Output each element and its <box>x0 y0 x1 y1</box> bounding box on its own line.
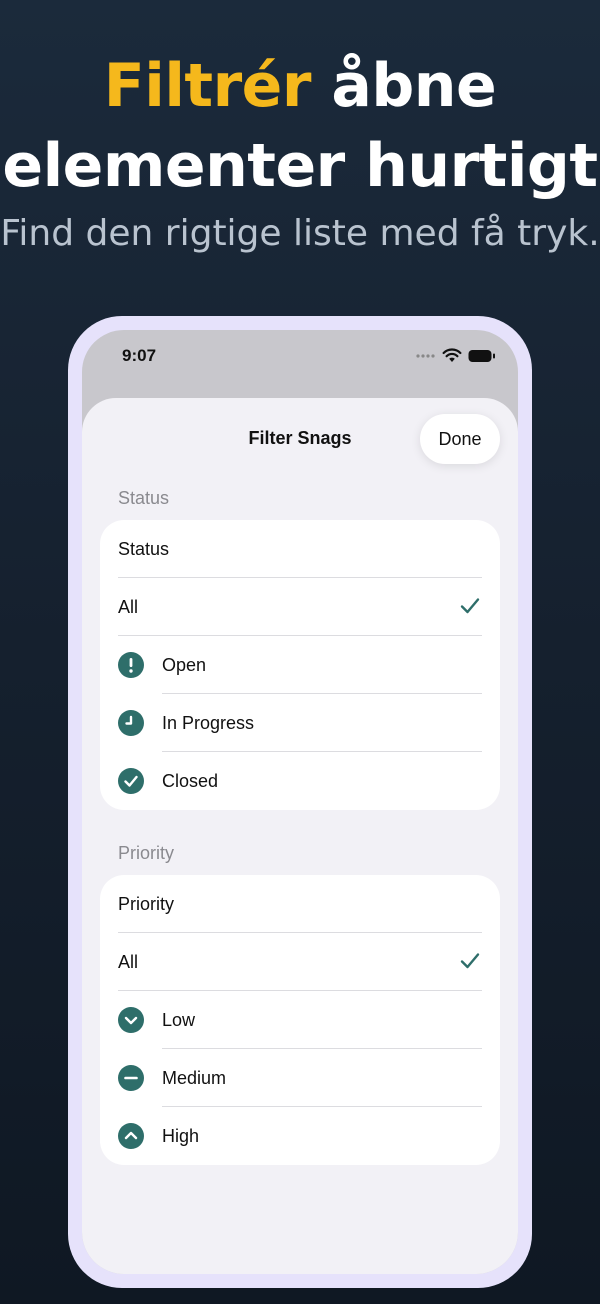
filter-sheet: Filter Snags Done Status Status All Open… <box>82 398 518 1274</box>
wifi-icon <box>442 348 462 362</box>
priority-option-label: Medium <box>162 1067 227 1088</box>
checkmark-icon <box>460 953 480 969</box>
headline-line2: elementer hurtigt <box>2 131 598 201</box>
minus-circle-icon <box>118 1065 144 1091</box>
status-option-all[interactable]: All <box>100 578 500 636</box>
priority-option-high[interactable]: High <box>100 1107 500 1165</box>
status-section-header: Status <box>118 488 170 508</box>
status-option-in-progress[interactable]: In Progress <box>100 694 500 752</box>
exclamation-icon <box>118 652 144 678</box>
status-icons <box>416 348 496 363</box>
priority-option-all[interactable]: All <box>100 933 500 991</box>
chevron-up-circle-icon <box>118 1123 144 1149</box>
promo-headline: Filtrér åbne elementer hurtigt <box>0 46 600 206</box>
priority-picker-label: Priority <box>118 893 175 914</box>
checkmark-circle-icon <box>118 768 144 794</box>
headline-rest: åbne <box>331 51 497 121</box>
promo-subtitle: Find den rigtige liste med få tryk. <box>0 213 600 254</box>
priority-group: Priority All Low Medium High <box>100 875 500 1165</box>
clock-icon <box>118 710 144 736</box>
status-option-closed[interactable]: Closed <box>100 752 500 810</box>
status-group: Status All Open In Progress Closed <box>100 520 500 810</box>
battery-icon <box>468 349 495 362</box>
priority-option-low[interactable]: Low <box>100 991 500 1049</box>
status-option-open[interactable]: Open <box>100 636 500 694</box>
priority-section-header: Priority <box>118 843 175 863</box>
phone-frame: 9:07 Filter Snags Done Status Status All… <box>68 316 532 1288</box>
phone-screen: 9:07 Filter Snags Done Status Status All… <box>82 330 518 1274</box>
signal-dots-icon <box>416 353 435 358</box>
headline-accent: Filtrér <box>103 51 312 121</box>
priority-option-label: All <box>118 951 139 972</box>
priority-picker-row: Priority <box>100 875 500 933</box>
priority-option-label: Low <box>162 1009 196 1030</box>
priority-option-medium[interactable]: Medium <box>100 1049 500 1107</box>
status-picker-label: Status <box>118 538 170 559</box>
status-option-label: In Progress <box>162 712 255 733</box>
status-bar: 9:07 <box>82 330 518 386</box>
chevron-down-circle-icon <box>118 1007 144 1033</box>
status-option-label: Open <box>162 654 207 675</box>
done-button[interactable]: Done <box>420 414 500 464</box>
checkmark-icon <box>460 598 480 614</box>
status-option-label: Closed <box>162 770 219 791</box>
status-time: 9:07 <box>122 346 157 365</box>
priority-option-label: High <box>162 1125 200 1146</box>
status-picker-row: Status <box>100 520 500 578</box>
status-option-label: All <box>118 596 139 617</box>
